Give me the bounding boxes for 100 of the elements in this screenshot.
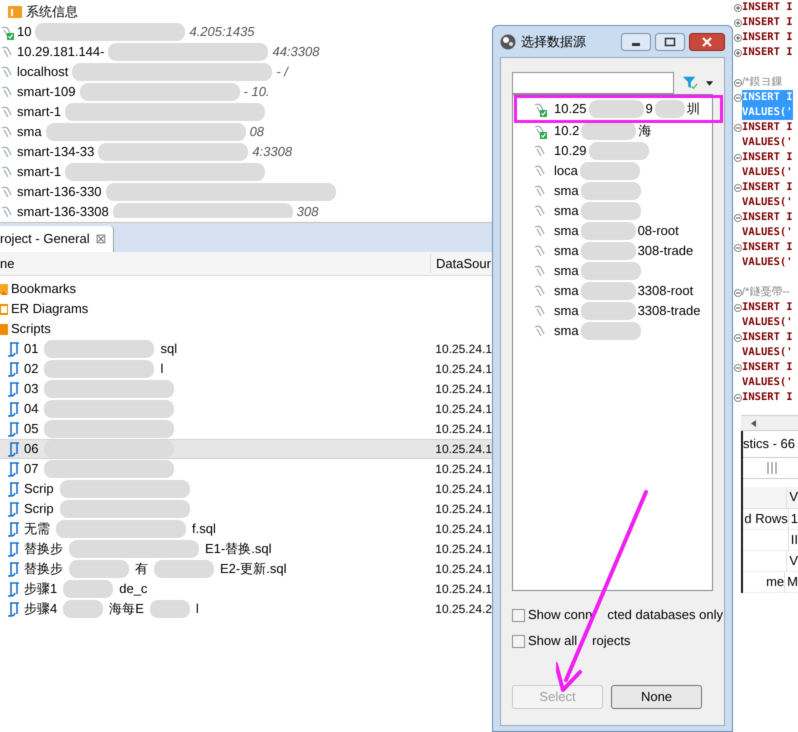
- script-name: 步骤4: [24, 600, 58, 618]
- none-button[interactable]: None: [611, 685, 702, 709]
- checkbox-label: Show all: [528, 632, 578, 650]
- checkbox-label: cted databases only: [607, 606, 723, 624]
- code-line: VALUES(': [742, 194, 793, 210]
- code-line: INSERT I: [742, 180, 793, 195]
- datasource-item[interactable]: sma: [513, 321, 712, 341]
- code-comment: /*鐩戞帶--: [742, 285, 790, 300]
- datasource-cell-text: 10.25.24.1: [435, 421, 492, 438]
- column-header[interactable]: ne: [0, 254, 431, 274]
- datasource-name: 海: [638, 122, 652, 140]
- code-line: INSERT I: [742, 0, 793, 15]
- script-row[interactable]: 05 10.25.24.1: [0, 419, 492, 439]
- datasource-item[interactable]: sma 3308-root: [513, 281, 712, 301]
- connection-name[interactable]: smart-1: [17, 162, 62, 182]
- script-name: l: [160, 360, 164, 378]
- script-row[interactable]: Scrip 10.25.24.1: [0, 479, 492, 499]
- datasource-cell-text: 10.25.24.1: [435, 501, 492, 518]
- datasource-item[interactable]: sma 308-trade: [513, 241, 712, 261]
- datasource-item[interactable]: 10.25 9 圳: [513, 97, 712, 121]
- script-name: 06: [24, 440, 38, 458]
- script-name: l: [196, 600, 199, 618]
- connection-name[interactable]: smart-136-330: [17, 182, 102, 202]
- script-name: 替换步: [24, 560, 63, 578]
- datasource-item[interactable]: sma: [513, 181, 712, 201]
- code-line: INSERT I: [742, 120, 793, 135]
- script-name: 海每E: [109, 600, 144, 618]
- datasource-name: 308-trade: [638, 242, 694, 260]
- datasource-name: sma: [554, 322, 579, 340]
- script-row[interactable]: 06 10.25.24.1: [0, 439, 492, 459]
- datasource-item[interactable]: 10.29: [513, 141, 712, 161]
- folder-label[interactable]: Bookmarks: [11, 279, 76, 299]
- datasource-item[interactable]: 10.2 海: [513, 121, 712, 141]
- connection-detail: - 10.: [244, 83, 270, 102]
- datasource-item[interactable]: sma 08-root: [513, 221, 712, 241]
- script-row[interactable]: 07 10.25.24.1: [0, 459, 492, 479]
- code-line: VALUES(': [742, 374, 793, 390]
- datasource-item[interactable]: sma: [513, 201, 712, 221]
- folder-label[interactable]: ER Diagrams: [11, 299, 88, 319]
- project-tab[interactable]: roject - General ⊠: [0, 226, 114, 252]
- connection-name[interactable]: 10.29.181.144-: [17, 42, 104, 62]
- script-row[interactable]: 步骤1 de_c 10.25.24.1: [0, 579, 492, 599]
- script-row[interactable]: 02 l 10.25.24.1: [0, 359, 492, 379]
- datasource-cell-text: 10.25.24.1: [435, 561, 492, 578]
- script-name: 05: [24, 420, 38, 438]
- script-row[interactable]: Scrip 10.25.24.1: [0, 499, 492, 519]
- script-row[interactable]: 01 sql 10.25.24.1: [0, 339, 492, 359]
- script-name: 04: [24, 400, 38, 418]
- script-row[interactable]: 替换步 有 E2-更新.sql 10.25.24.1: [0, 559, 492, 579]
- code-line: VALUES(': [742, 224, 793, 240]
- checkbox-label: Show conn: [528, 606, 592, 624]
- close-icon[interactable]: ⊠: [96, 229, 107, 249]
- script-name: E2-更新.sql: [220, 560, 286, 578]
- folder-label[interactable]: Scripts: [11, 319, 51, 339]
- script-row[interactable]: 步骤4 海每E l 10.25.24.2: [0, 599, 492, 619]
- datasource-cell-text: 10.25.24.1: [435, 441, 492, 458]
- script-row[interactable]: 04 10.25.24.1: [0, 399, 492, 419]
- script-name: sql: [160, 340, 178, 358]
- datasource-name: sma: [554, 242, 579, 260]
- code-line: INSERT I: [742, 150, 793, 165]
- connection-name[interactable]: smart-1: [17, 102, 62, 122]
- code-line: INSERT I: [742, 300, 793, 315]
- datasource-name: sma: [554, 202, 579, 220]
- table-cell-text: 1: [790, 510, 798, 528]
- script-name: 替换步: [24, 540, 63, 558]
- code-line: VALUES(': [742, 344, 793, 360]
- datasource-cell-text: 10.25.24.1: [435, 381, 492, 398]
- script-name: Scrip: [24, 500, 54, 518]
- script-row[interactable]: 无需 f.sql 10.25.24.1: [0, 519, 492, 539]
- code-line: INSERT I: [742, 360, 793, 375]
- column-header[interactable]: V: [787, 487, 798, 508]
- code-line: VALUES(': [742, 254, 793, 270]
- datasource-cell-text: 10.25.24.1: [435, 581, 492, 598]
- connection-name[interactable]: smart-134-33: [17, 142, 94, 162]
- connection-name[interactable]: sma: [17, 122, 42, 142]
- script-row[interactable]: 替换步 E1-替换.sql 10.25.24.1: [0, 539, 492, 559]
- connection-detail: 4:3308: [252, 143, 292, 162]
- script-name: 02: [24, 360, 38, 378]
- connection-name[interactable]: smart-136-3308: [17, 202, 109, 218]
- datasource-item[interactable]: sma: [513, 261, 712, 281]
- script-name: 有: [135, 560, 148, 578]
- script-name: 03: [24, 380, 38, 398]
- code-line: INSERT I: [742, 14, 793, 30]
- table-cell-text: me: [766, 573, 784, 592]
- table-cell-text: II: [790, 531, 798, 550]
- datasource-item[interactable]: loca: [513, 161, 712, 181]
- connection-name[interactable]: 10: [17, 22, 32, 42]
- connection-name[interactable]: localhost: [17, 62, 68, 82]
- datasource-name: 3308-root: [638, 282, 694, 300]
- datasource-name: 圳: [686, 100, 700, 118]
- window-title: 选择数据源: [521, 32, 587, 51]
- folder-label[interactable]: 系统信息: [26, 2, 78, 22]
- table-cell-text: V: [788, 552, 798, 570]
- statistics-tab[interactable]: stics - 66: [743, 431, 798, 457]
- connection-detail: 308: [296, 203, 318, 218]
- column-header[interactable]: DataSour: [431, 254, 491, 274]
- connection-name[interactable]: smart-109: [17, 82, 76, 102]
- script-row[interactable]: 03 10.25.24.1: [0, 379, 492, 399]
- datasource-item[interactable]: sma 3308-trade: [513, 301, 712, 321]
- datasource-name: loca: [554, 162, 578, 180]
